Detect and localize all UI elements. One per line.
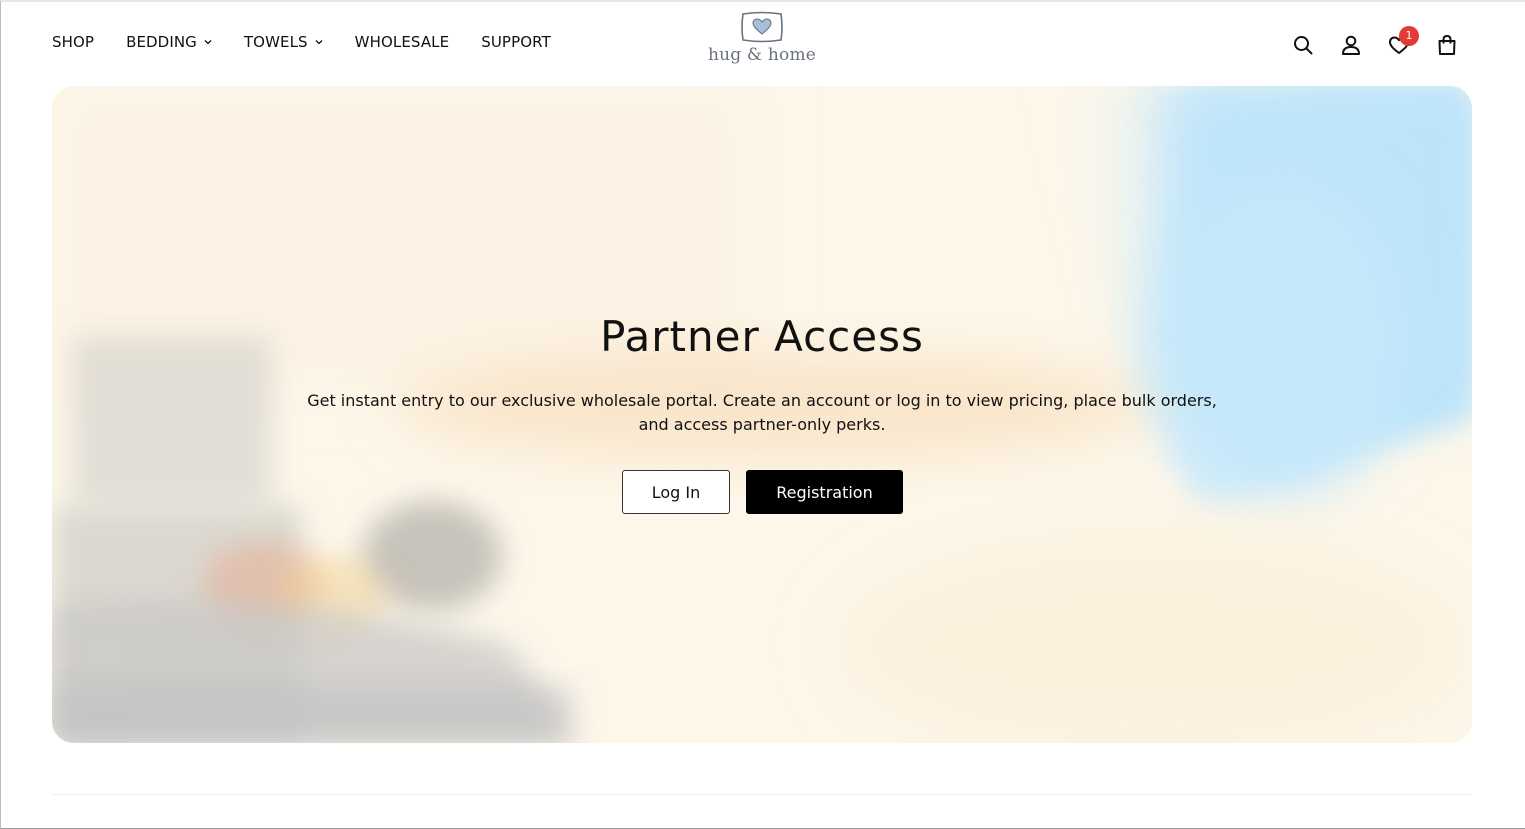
- hero-content: Partner Access Get instant entry to our …: [52, 86, 1472, 743]
- nav-item-bedding[interactable]: BEDDING: [126, 33, 212, 51]
- page-title: Partner Access: [600, 312, 924, 361]
- log-in-button[interactable]: Log In: [622, 470, 730, 514]
- shopping-bag-icon: [1438, 34, 1456, 55]
- logo-text: hug & home: [707, 45, 817, 65]
- nav-item-wholesale[interactable]: WHOLESALE: [355, 33, 450, 51]
- main-nav: SHOP BEDDING TOWELS WHOLESALE SUPPORT: [52, 33, 583, 51]
- hero-description: Get instant entry to our exclusive whole…: [307, 391, 1217, 434]
- nav-item-label: WHOLESALE: [354, 33, 450, 51]
- partner-access-hero: Partner Access Get instant entry to our …: [52, 86, 1472, 743]
- nav-item-label: TOWELS: [243, 33, 308, 51]
- hero-actions: Log In Registration: [622, 470, 903, 514]
- cart-button[interactable]: [1434, 32, 1460, 58]
- nav-item-shop[interactable]: SHOP: [52, 33, 94, 51]
- pillow-heart-icon: [741, 11, 783, 43]
- site-header: SHOP BEDDING TOWELS WHOLESALE SUPPORT hu…: [1, 2, 1525, 86]
- chevron-down-icon: [315, 40, 323, 45]
- chevron-down-icon: [204, 40, 212, 45]
- nav-item-towels[interactable]: TOWELS: [244, 33, 323, 51]
- wishlist-button[interactable]: 1: [1386, 26, 1419, 58]
- registration-button[interactable]: Registration: [746, 470, 903, 514]
- nav-item-support[interactable]: SUPPORT: [481, 33, 551, 51]
- divider: [52, 794, 1472, 795]
- search-icon: [1294, 36, 1313, 55]
- user-icon: [1342, 35, 1360, 55]
- nav-item-label: SHOP: [52, 33, 95, 51]
- site-logo[interactable]: hug & home: [701, 10, 823, 76]
- account-button[interactable]: [1338, 32, 1364, 58]
- wishlist-count-badge: 1: [1399, 26, 1419, 46]
- search-button[interactable]: [1290, 32, 1316, 58]
- nav-item-label: SUPPORT: [481, 33, 551, 51]
- header-icons: 1: [1290, 26, 1460, 58]
- nav-item-label: BEDDING: [126, 33, 197, 51]
